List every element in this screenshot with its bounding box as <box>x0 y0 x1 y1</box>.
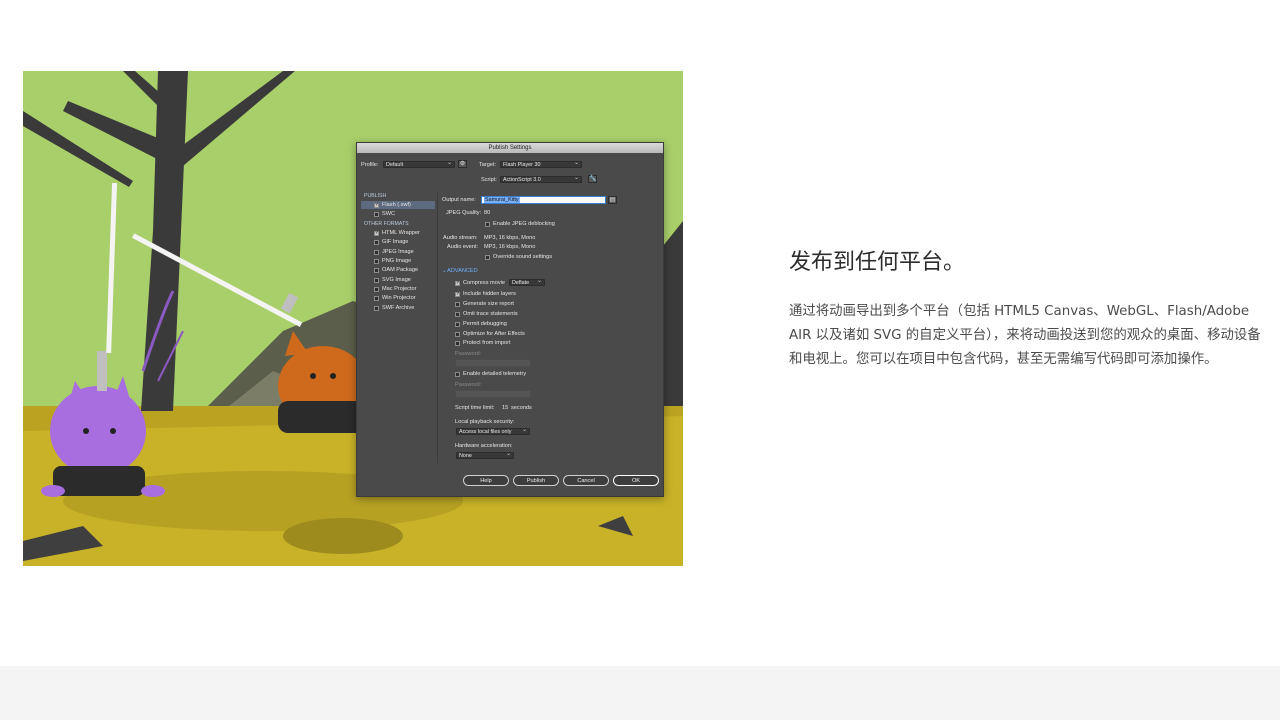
jpeg-quality-label: JPEG Quality: <box>446 210 482 216</box>
win-projector-label[interactable]: Win Projector <box>382 295 416 302</box>
omit-trace-label[interactable]: Omit trace statements <box>463 311 518 318</box>
profile-label: Profile: <box>361 162 379 168</box>
override-sound-label[interactable]: Override sound settings <box>493 254 552 261</box>
mac-projector-label[interactable]: Mac Projector <box>382 286 417 293</box>
gif-checkbox[interactable] <box>374 240 379 245</box>
jpeg-checkbox[interactable] <box>374 250 379 255</box>
mac-projector-checkbox[interactable] <box>374 287 379 292</box>
flash-swf-label[interactable]: Flash (.swf) <box>382 202 411 209</box>
dialog-title: Publish Settings <box>357 143 663 153</box>
svg-checkbox[interactable] <box>374 278 379 283</box>
hw-accel-label: Hardware acceleration: <box>455 443 513 449</box>
swc-label[interactable]: SWC <box>382 211 395 218</box>
override-sound-checkbox[interactable] <box>485 255 490 260</box>
flash-swf-checkbox[interactable] <box>374 202 379 209</box>
publish-button[interactable]: Publish <box>513 475 559 486</box>
script-time-label: Script time limit: <box>455 405 495 411</box>
other-formats-header: OTHER FORMATS <box>364 221 409 227</box>
protect-import-label[interactable]: Protect from import <box>463 340 511 347</box>
output-name-label: Output name: <box>442 197 476 203</box>
jpeg-label[interactable]: JPEG Image <box>382 249 414 256</box>
output-name-input[interactable]: Samurai_Kitty <box>481 196 606 204</box>
target-select[interactable]: Flash Player 30 <box>500 160 582 168</box>
profile-settings-icon[interactable]: ⚙ <box>458 160 467 168</box>
png-checkbox[interactable] <box>374 259 379 264</box>
section-headline: 发布到任何平台。 <box>789 250 966 275</box>
png-label[interactable]: PNG Image <box>382 258 411 265</box>
audio-event-value[interactable]: MP3, 16 kbps, Mono <box>484 244 535 251</box>
folder-icon[interactable]: ▤ <box>608 196 617 204</box>
script-settings-icon[interactable]: 🔧 <box>588 175 597 183</box>
permit-debugging-checkbox[interactable] <box>455 322 460 327</box>
help-button[interactable]: Help <box>463 475 509 486</box>
swc-checkbox[interactable] <box>374 212 379 217</box>
include-hidden-layers-label[interactable]: Include hidden layers <box>463 291 516 298</box>
hw-accel-select[interactable]: None <box>456 451 514 459</box>
local-playback-label: Local playback security: <box>455 419 515 425</box>
audio-stream-value[interactable]: MP3, 16 kbps, Mono <box>484 235 535 242</box>
ok-button[interactable]: OK <box>613 475 659 486</box>
optimize-ae-label[interactable]: Optimize for After Effects <box>463 331 525 338</box>
telemetry-checkbox[interactable] <box>455 372 460 377</box>
size-report-label[interactable]: Generate size report <box>463 301 514 308</box>
format-list-panel: PUBLISH Flash (.swf) SWC OTHER FORMATS H… <box>361 193 438 463</box>
jpeg-quality-value[interactable]: 80 <box>484 210 490 217</box>
cancel-button[interactable]: Cancel <box>563 475 609 486</box>
swf-archive-label[interactable]: SWF Archive <box>382 305 414 312</box>
compress-select[interactable]: Deflate <box>509 278 545 286</box>
advanced-toggle[interactable]: ADVANCED <box>447 268 478 275</box>
script-label: Script: <box>481 177 497 183</box>
omit-trace-checkbox[interactable] <box>455 312 460 317</box>
jpeg-deblocking-label[interactable]: Enable JPEG deblocking <box>493 221 555 228</box>
profile-select[interactable]: Default <box>383 160 455 168</box>
swf-archive-checkbox[interactable] <box>374 306 379 311</box>
chevron-down-icon[interactable]: ⌄ <box>442 268 447 275</box>
permit-debugging-label[interactable]: Permit debugging <box>463 321 507 328</box>
oam-checkbox[interactable] <box>374 268 379 273</box>
publish-header: PUBLISH <box>364 193 387 199</box>
include-hidden-layers-checkbox[interactable] <box>455 291 460 298</box>
script-time-unit: seconds <box>511 405 532 411</box>
output-name-value: Samurai_Kitty <box>484 197 520 203</box>
section-description: 通过将动画导出到多个平台（包括 HTML5 Canvas、WebGL、Flash… <box>789 304 1261 367</box>
oam-label[interactable]: OAM Package <box>382 267 418 274</box>
protect-import-checkbox[interactable] <box>455 341 460 346</box>
compress-movie-label[interactable]: Compress movie <box>463 280 505 287</box>
html-wrapper-label[interactable]: HTML Wrapper <box>382 230 420 237</box>
target-label: Target: <box>479 162 497 168</box>
publish-settings-dialog: Publish Settings Profile: Default ⚙ Targ… <box>356 142 664 497</box>
audio-event-label: Audio event: <box>447 244 479 250</box>
local-playback-select[interactable]: Access local files only <box>456 427 530 435</box>
jpeg-deblocking-checkbox[interactable] <box>485 222 490 227</box>
gif-label[interactable]: GIF Image <box>382 239 408 246</box>
password-input-1[interactable] <box>455 359 531 367</box>
svg-label[interactable]: SVG Image <box>382 277 411 284</box>
win-projector-checkbox[interactable] <box>374 296 379 301</box>
script-time-value[interactable]: 15 <box>502 405 508 412</box>
password-label-1: Password: <box>455 351 482 357</box>
html-wrapper-checkbox[interactable] <box>374 230 379 237</box>
password-input-2[interactable] <box>455 390 531 398</box>
telemetry-label[interactable]: Enable detailed telemetry <box>463 371 526 378</box>
audio-stream-label: Audio stream: <box>443 235 478 241</box>
optimize-ae-checkbox[interactable] <box>455 332 460 337</box>
compress-movie-checkbox[interactable] <box>455 280 460 287</box>
footer-band <box>0 666 1280 720</box>
password-label-2: Password: <box>455 382 482 388</box>
size-report-checkbox[interactable] <box>455 302 460 307</box>
script-select[interactable]: ActionScript 3.0 <box>500 175 582 183</box>
